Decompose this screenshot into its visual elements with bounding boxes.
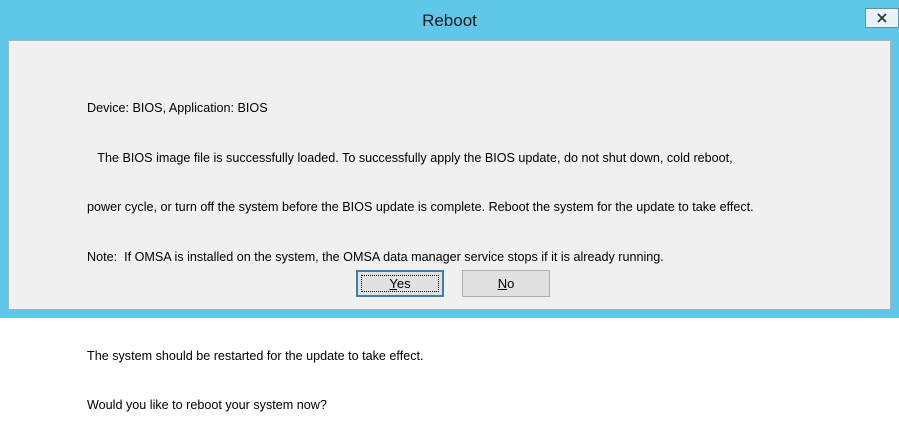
dialog-title: Reboot [422, 11, 477, 30]
close-icon [877, 13, 887, 23]
close-button[interactable] [865, 8, 899, 28]
message-line-note: Note: If OMSA is installed on the system… [87, 249, 664, 264]
title-bar[interactable]: Reboot [0, 0, 899, 40]
no-label-rest: o [507, 276, 515, 291]
message-line-loaded: The BIOS image file is successfully load… [87, 150, 733, 165]
message-line-blank [87, 298, 887, 315]
message-line-question: Would you like to reboot your system now… [87, 398, 327, 412]
yes-button[interactable]: Yes [356, 270, 444, 297]
message-line-power-cycle: power cycle, or turn off the system befo… [87, 200, 754, 214]
no-mnemonic: N [497, 276, 508, 291]
yes-button-label: Yes [389, 276, 410, 291]
message-line-restart: The system should be restarted for the u… [87, 348, 424, 363]
message-line-device: Device: BIOS, Application: BIOS [87, 101, 268, 115]
yes-label-rest: es [396, 276, 411, 291]
dialog-body: Device: BIOS, Application: BIOS The BIOS… [8, 40, 891, 412]
yes-mnemonic: Y [389, 276, 397, 291]
message-text: Device: BIOS, Application: BIOS The BIOS… [87, 67, 887, 447]
no-button-label: No [498, 276, 515, 291]
reboot-dialog: Reboot Device: BIOS, Application: BIOS T… [0, 0, 899, 412]
no-button[interactable]: No [462, 270, 550, 297]
